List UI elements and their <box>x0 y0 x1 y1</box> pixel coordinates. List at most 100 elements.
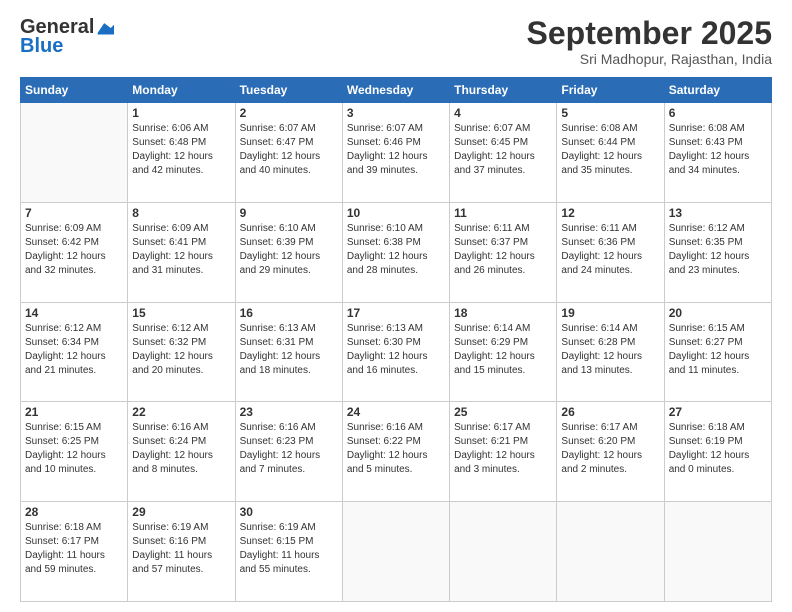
day-info: Sunrise: 6:17 AMSunset: 6:21 PMDaylight:… <box>454 421 552 477</box>
calendar-cell: 13 Sunrise: 6:12 AMSunset: 6:35 PMDayligh… <box>664 202 771 302</box>
day-number: 16 <box>240 306 338 320</box>
header: General Blue September 2025 Sri Madhopur… <box>20 16 772 67</box>
day-number: 15 <box>132 306 230 320</box>
calendar-cell: 18 Sunrise: 6:14 AMSunset: 6:29 PMDayligh… <box>450 302 557 402</box>
day-number: 12 <box>561 206 659 220</box>
day-number: 2 <box>240 106 338 120</box>
calendar-cell <box>557 502 664 602</box>
day-info: Sunrise: 6:09 AMSunset: 6:42 PMDaylight:… <box>25 222 123 278</box>
day-number: 27 <box>669 405 767 419</box>
calendar-cell: 28Sunrise: 6:18 AMSunset: 6:17 PMDayligh… <box>21 502 128 602</box>
day-info: Sunrise: 6:06 AMSunset: 6:48 PMDaylight:… <box>132 122 230 178</box>
calendar-cell: 6 Sunrise: 6:08 AMSunset: 6:43 PMDaylight… <box>664 103 771 203</box>
calendar-cell: 20 Sunrise: 6:15 AMSunset: 6:27 PMDayligh… <box>664 302 771 402</box>
day-info: Sunrise: 6:11 AMSunset: 6:37 PMDaylight:… <box>454 222 552 278</box>
calendar-cell: 15 Sunrise: 6:12 AMSunset: 6:32 PMDayligh… <box>128 302 235 402</box>
day-info: Sunrise: 6:13 AMSunset: 6:31 PMDaylight:… <box>240 322 338 378</box>
day-number: 6 <box>669 106 767 120</box>
calendar-cell <box>664 502 771 602</box>
day-info: Sunrise: 6:15 AMSunset: 6:27 PMDaylight:… <box>669 322 767 378</box>
day-number: 4 <box>454 106 552 120</box>
calendar-cell: 2 Sunrise: 6:07 AMSunset: 6:47 PMDaylight… <box>235 103 342 203</box>
day-number: 25 <box>454 405 552 419</box>
day-number: 14 <box>25 306 123 320</box>
title-block: September 2025 Sri Madhopur, Rajasthan, … <box>527 16 772 67</box>
calendar-dow-friday: Friday <box>557 78 664 103</box>
calendar-cell: 30 Sunrise: 6:19 AMSunset: 6:15 PMDayligh… <box>235 502 342 602</box>
calendar-cell: 26Sunrise: 6:17 AMSunset: 6:20 PMDayligh… <box>557 402 664 502</box>
calendar-cell: 3 Sunrise: 6:07 AMSunset: 6:46 PMDaylight… <box>342 103 449 203</box>
calendar-cell: 27 Sunrise: 6:18 AMSunset: 6:19 PMDayligh… <box>664 402 771 502</box>
calendar-cell: 29 Sunrise: 6:19 AMSunset: 6:16 PMDayligh… <box>128 502 235 602</box>
day-number: 29 <box>132 505 230 519</box>
calendar-dow-thursday: Thursday <box>450 78 557 103</box>
day-info: Sunrise: 6:13 AMSunset: 6:30 PMDaylight:… <box>347 322 445 378</box>
calendar-cell: 8 Sunrise: 6:09 AMSunset: 6:41 PMDaylight… <box>128 202 235 302</box>
calendar-table: SundayMondayTuesdayWednesdayThursdayFrid… <box>20 77 772 602</box>
day-number: 8 <box>132 206 230 220</box>
day-number: 13 <box>669 206 767 220</box>
calendar-dow-tuesday: Tuesday <box>235 78 342 103</box>
day-info: Sunrise: 6:08 AMSunset: 6:44 PMDaylight:… <box>561 122 659 178</box>
day-info: Sunrise: 6:18 AMSunset: 6:17 PMDaylight:… <box>25 521 123 577</box>
day-number: 7 <box>25 206 123 220</box>
logo: General Blue <box>20 16 114 58</box>
calendar-cell: 11 Sunrise: 6:11 AMSunset: 6:37 PMDayligh… <box>450 202 557 302</box>
day-number: 17 <box>347 306 445 320</box>
day-number: 5 <box>561 106 659 120</box>
day-info: Sunrise: 6:18 AMSunset: 6:19 PMDaylight:… <box>669 421 767 477</box>
calendar-dow-monday: Monday <box>128 78 235 103</box>
calendar-cell: 24 Sunrise: 6:16 AMSunset: 6:22 PMDayligh… <box>342 402 449 502</box>
day-info: Sunrise: 6:19 AMSunset: 6:15 PMDaylight:… <box>240 521 338 577</box>
day-number: 20 <box>669 306 767 320</box>
calendar-cell: 4Sunrise: 6:07 AMSunset: 6:45 PMDaylight… <box>450 103 557 203</box>
calendar-header-row: SundayMondayTuesdayWednesdayThursdayFrid… <box>21 78 772 103</box>
calendar-week-2: 7 Sunrise: 6:09 AMSunset: 6:42 PMDaylight… <box>21 202 772 302</box>
day-number: 18 <box>454 306 552 320</box>
day-info: Sunrise: 6:08 AMSunset: 6:43 PMDaylight:… <box>669 122 767 178</box>
day-info: Sunrise: 6:15 AMSunset: 6:25 PMDaylight:… <box>25 421 123 477</box>
calendar-week-4: 21Sunrise: 6:15 AMSunset: 6:25 PMDayligh… <box>21 402 772 502</box>
calendar-cell: 14Sunrise: 6:12 AMSunset: 6:34 PMDayligh… <box>21 302 128 402</box>
day-info: Sunrise: 6:07 AMSunset: 6:46 PMDaylight:… <box>347 122 445 178</box>
day-info: Sunrise: 6:16 AMSunset: 6:23 PMDaylight:… <box>240 421 338 477</box>
day-info: Sunrise: 6:12 AMSunset: 6:35 PMDaylight:… <box>669 222 767 278</box>
day-number: 24 <box>347 405 445 419</box>
day-info: Sunrise: 6:11 AMSunset: 6:36 PMDaylight:… <box>561 222 659 278</box>
calendar-cell: 22Sunrise: 6:16 AMSunset: 6:24 PMDayligh… <box>128 402 235 502</box>
calendar-cell: 23 Sunrise: 6:16 AMSunset: 6:23 PMDayligh… <box>235 402 342 502</box>
day-info: Sunrise: 6:12 AMSunset: 6:32 PMDaylight:… <box>132 322 230 378</box>
calendar-cell: 17 Sunrise: 6:13 AMSunset: 6:30 PMDayligh… <box>342 302 449 402</box>
day-info: Sunrise: 6:14 AMSunset: 6:29 PMDaylight:… <box>454 322 552 378</box>
logo-icon <box>96 21 114 35</box>
day-info: Sunrise: 6:09 AMSunset: 6:41 PMDaylight:… <box>132 222 230 278</box>
day-info: Sunrise: 6:19 AMSunset: 6:16 PMDaylight:… <box>132 521 230 577</box>
page: General Blue September 2025 Sri Madhopur… <box>0 0 792 612</box>
calendar-cell: 7 Sunrise: 6:09 AMSunset: 6:42 PMDaylight… <box>21 202 128 302</box>
month-title: September 2025 <box>527 16 772 51</box>
day-number: 26 <box>561 405 659 419</box>
calendar-cell <box>342 502 449 602</box>
calendar-cell: 1Sunrise: 6:06 AMSunset: 6:48 PMDaylight… <box>128 103 235 203</box>
day-info: Sunrise: 6:07 AMSunset: 6:47 PMDaylight:… <box>240 122 338 178</box>
calendar-dow-sunday: Sunday <box>21 78 128 103</box>
day-info: Sunrise: 6:10 AMSunset: 6:39 PMDaylight:… <box>240 222 338 278</box>
day-info: Sunrise: 6:10 AMSunset: 6:38 PMDaylight:… <box>347 222 445 278</box>
day-number: 22 <box>132 405 230 419</box>
logo-blue: Blue <box>20 35 63 58</box>
day-number: 11 <box>454 206 552 220</box>
calendar-cell: 10Sunrise: 6:10 AMSunset: 6:38 PMDayligh… <box>342 202 449 302</box>
day-number: 23 <box>240 405 338 419</box>
calendar-dow-saturday: Saturday <box>664 78 771 103</box>
calendar-dow-wednesday: Wednesday <box>342 78 449 103</box>
day-number: 3 <box>347 106 445 120</box>
location: Sri Madhopur, Rajasthan, India <box>527 51 772 67</box>
calendar-week-1: 1Sunrise: 6:06 AMSunset: 6:48 PMDaylight… <box>21 103 772 203</box>
day-number: 19 <box>561 306 659 320</box>
calendar-cell: 21Sunrise: 6:15 AMSunset: 6:25 PMDayligh… <box>21 402 128 502</box>
calendar-cell: 19Sunrise: 6:14 AMSunset: 6:28 PMDayligh… <box>557 302 664 402</box>
day-number: 30 <box>240 505 338 519</box>
calendar-cell: 25 Sunrise: 6:17 AMSunset: 6:21 PMDayligh… <box>450 402 557 502</box>
day-info: Sunrise: 6:16 AMSunset: 6:22 PMDaylight:… <box>347 421 445 477</box>
calendar-cell <box>21 103 128 203</box>
